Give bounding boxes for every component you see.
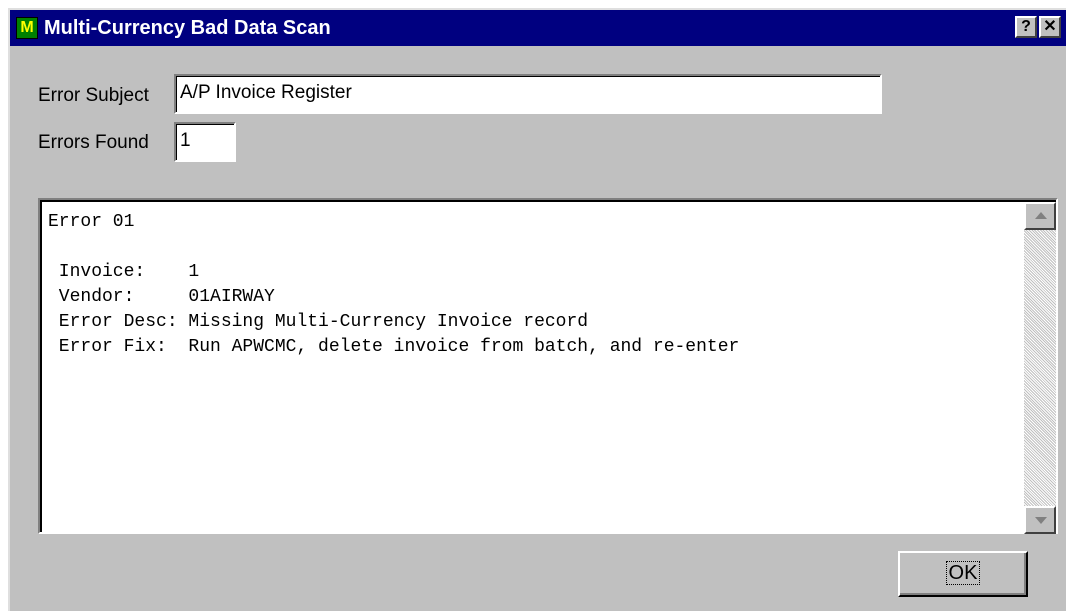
error-report-inner: Error 01 Invoice: 1 Vendor: 01AIRWAY Err… xyxy=(40,200,1056,534)
up-arrow-icon xyxy=(1035,212,1047,219)
ok-button[interactable]: OK xyxy=(898,551,1028,597)
scroll-down-button[interactable] xyxy=(1024,506,1056,534)
errors-found-field[interactable]: 1 xyxy=(174,122,236,162)
title-bar[interactable]: M Multi-Currency Bad Data Scan ? ✕ xyxy=(10,10,1066,46)
errors-found-label: Errors Found xyxy=(38,132,149,153)
error-report-textarea[interactable]: Error 01 Invoice: 1 Vendor: 01AIRWAY Err… xyxy=(38,198,1058,534)
help-button[interactable]: ? xyxy=(1015,16,1037,38)
errors-found-value: 1 xyxy=(176,124,234,160)
app-icon: M xyxy=(16,17,38,39)
error-subject-field[interactable]: A/P Invoice Register xyxy=(174,74,882,114)
close-button[interactable]: ✕ xyxy=(1039,16,1061,38)
down-arrow-icon xyxy=(1035,517,1047,524)
scroll-up-button[interactable] xyxy=(1024,202,1056,230)
error-subject-value: A/P Invoice Register xyxy=(176,76,880,112)
error-subject-label: Error Subject xyxy=(38,85,149,106)
error-report-text: Error 01 Invoice: 1 Vendor: 01AIRWAY Err… xyxy=(48,212,740,357)
vertical-scrollbar[interactable] xyxy=(1024,202,1056,534)
window-title: Multi-Currency Bad Data Scan xyxy=(44,17,331,39)
ok-button-label: OK xyxy=(945,561,981,585)
dialog-window: M Multi-Currency Bad Data Scan ? ✕ Error… xyxy=(8,8,1066,611)
